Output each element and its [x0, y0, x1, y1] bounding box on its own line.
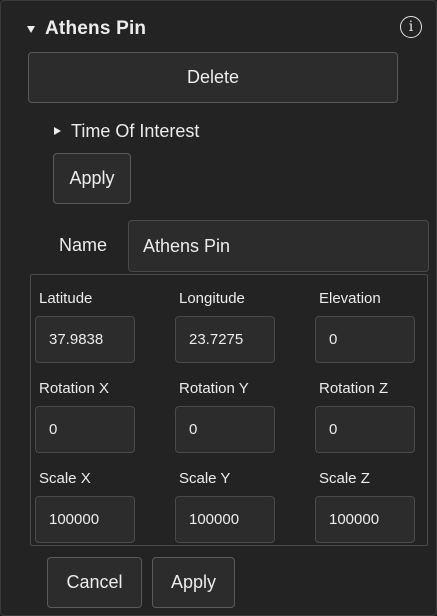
info-icon[interactable]: i — [400, 16, 422, 38]
elevation-field[interactable] — [315, 316, 415, 363]
longitude-label: Longitude — [179, 290, 245, 307]
latitude-field[interactable] — [35, 316, 135, 363]
time-of-interest-toggle[interactable]: Time Of Interest — [54, 118, 199, 144]
rotation-y-field[interactable] — [175, 406, 275, 453]
panel-header[interactable]: Athens Pin — [27, 15, 146, 43]
rotation-z-field[interactable] — [315, 406, 415, 453]
scale-x-label: Scale X — [39, 470, 91, 487]
time-of-interest-label: Time Of Interest — [71, 120, 200, 141]
apply-button[interactable]: Apply — [152, 557, 235, 608]
latitude-label: Latitude — [39, 290, 93, 307]
elevation-label: Elevation — [319, 290, 381, 307]
panel-title: Athens Pin — [45, 18, 147, 39]
name-label: Name — [59, 235, 108, 255]
scale-y-field[interactable] — [175, 496, 275, 543]
rotation-x-label: Rotation X — [39, 380, 110, 397]
pin-properties-panel: Athens Pin i Delete Time Of Interest App… — [0, 0, 437, 616]
name-field[interactable] — [128, 220, 429, 272]
delete-button[interactable]: Delete — [28, 52, 398, 103]
rotation-y-label: Rotation Y — [179, 380, 249, 397]
longitude-field[interactable] — [175, 316, 275, 363]
cancel-button[interactable]: Cancel — [47, 557, 142, 608]
scale-x-field[interactable] — [35, 496, 135, 543]
triangle-down-icon[interactable] — [27, 25, 35, 33]
triangle-right-icon — [54, 127, 61, 135]
scale-z-field[interactable] — [315, 496, 415, 543]
time-of-interest-apply-button[interactable]: Apply — [53, 153, 131, 204]
scale-z-label: Scale Z — [319, 470, 370, 487]
scale-y-label: Scale Y — [179, 470, 231, 487]
rotation-z-label: Rotation Z — [319, 380, 389, 397]
rotation-x-field[interactable] — [35, 406, 135, 453]
